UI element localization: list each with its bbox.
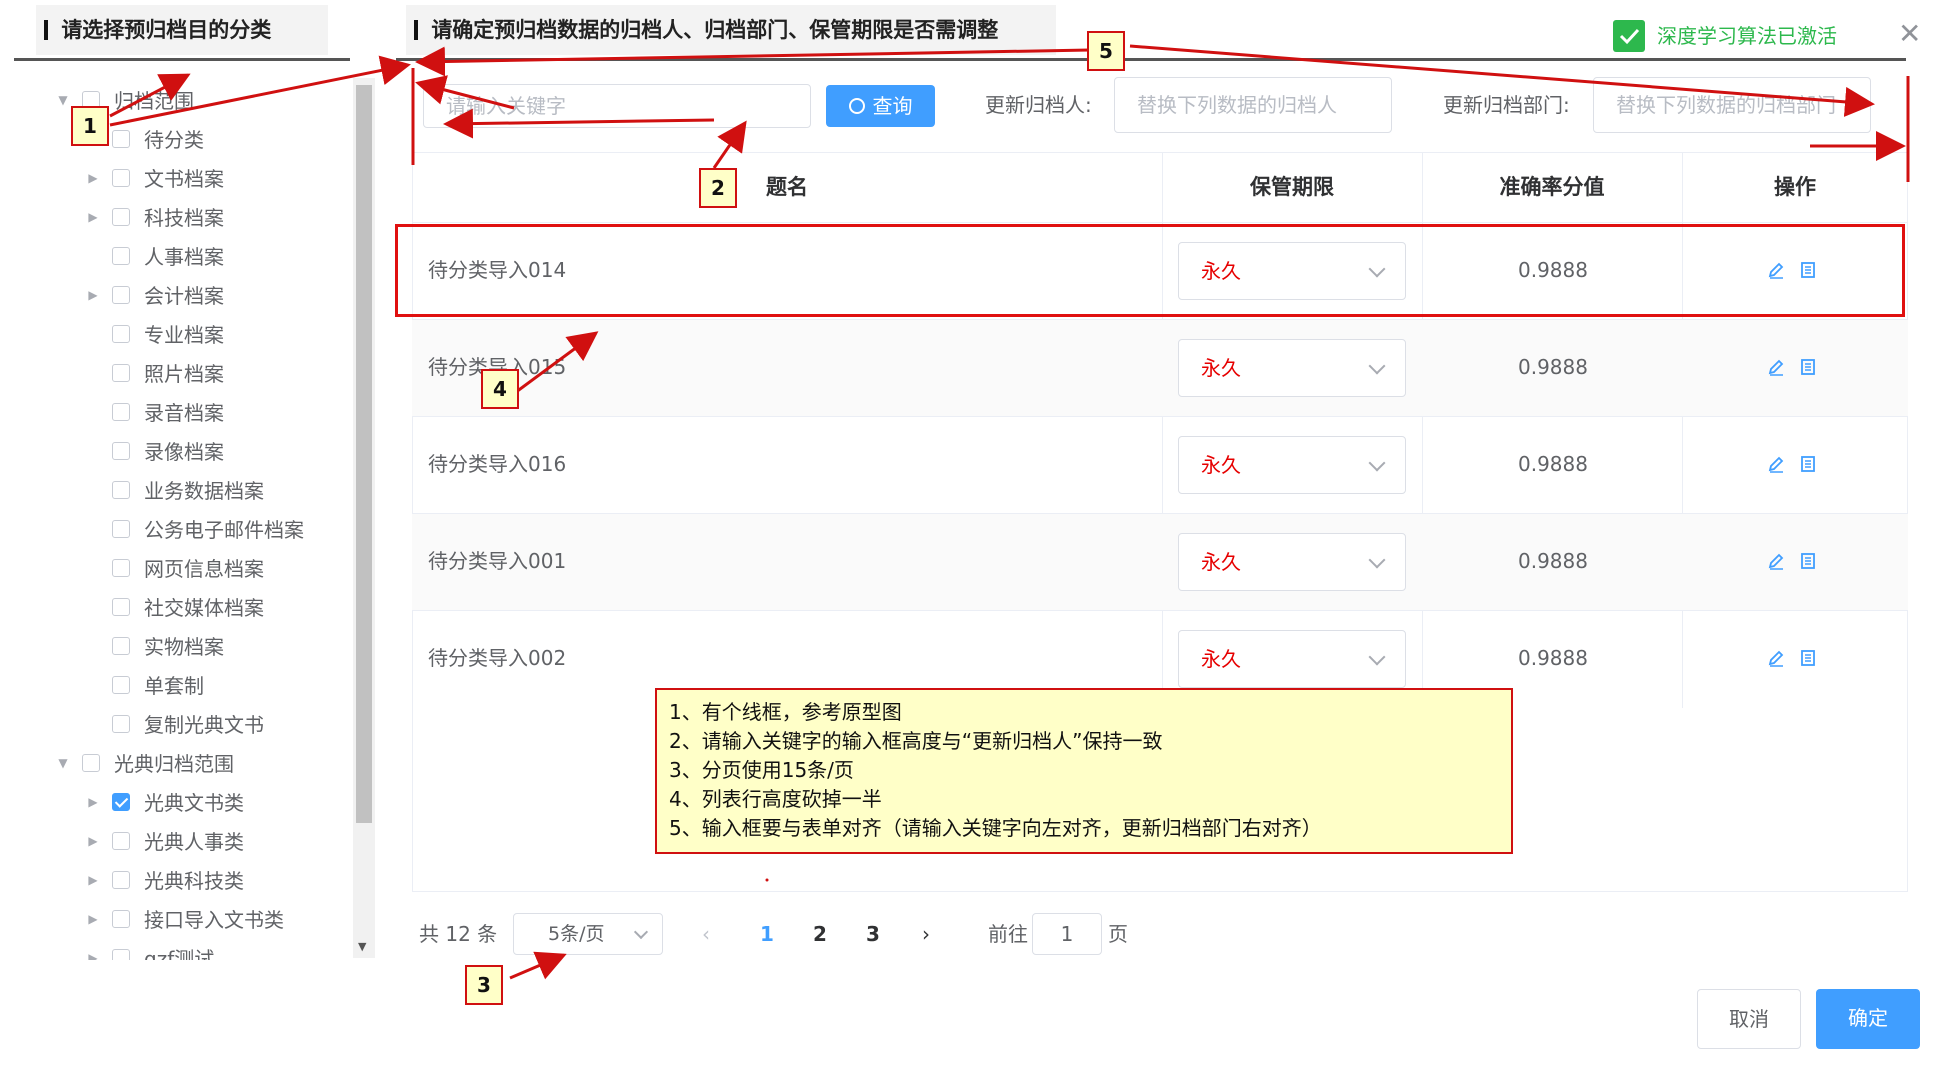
annotation-tag-3: 3 [465,965,503,1005]
note-line: 2、请输入关键字的输入框高度与“更新归档人”保持一致 [669,729,1163,753]
annotation-tag-2: 2 [699,168,737,208]
note-line: 3、分页使用15条/页 [669,758,854,782]
note-line: 4、列表行高度砍掉一半 [669,787,882,811]
note-line: 5、输入框要与表单对齐（请输入关键字向左对齐，更新归档部门右对齐） [669,816,1322,840]
annotation-tag-4: 4 [481,369,519,409]
annotation-arrows [109,44,1910,980]
annotation-note: 1、有个线框，参考原型图 2、请输入关键字的输入框高度与“更新归档人”保持一致 … [655,688,1513,854]
note-line: 1、有个线框，参考原型图 [669,700,902,724]
annotation-tag-5: 5 [1087,31,1125,71]
annotation-tag-1: 1 [71,106,109,146]
